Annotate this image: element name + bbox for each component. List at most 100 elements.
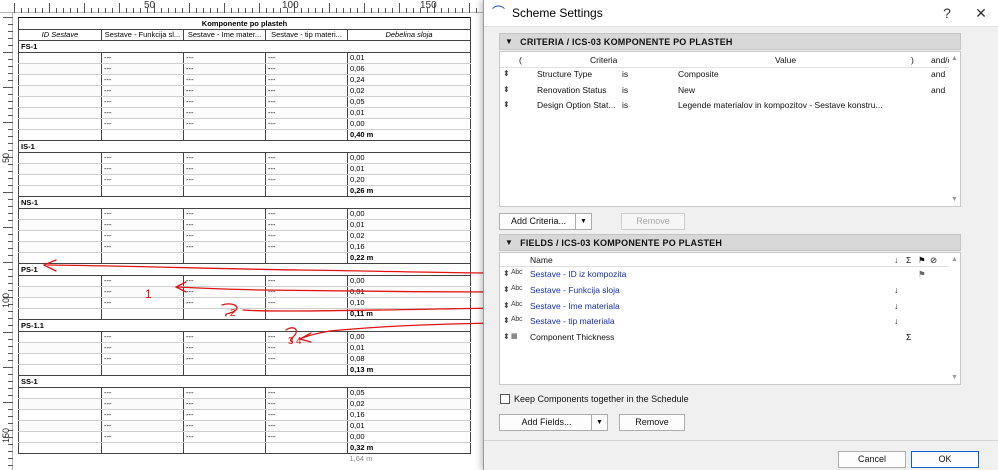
column-header[interactable]: ID Sestave — [18, 29, 102, 41]
ruler-tick — [8, 94, 13, 95]
add-criteria-button[interactable]: Add Criteria... ▼ — [499, 213, 592, 230]
table-cell: --- — [265, 353, 348, 365]
checkbox-box[interactable] — [500, 394, 510, 404]
table-cell: --- — [101, 107, 184, 119]
table-cell — [18, 364, 102, 376]
criteria-operator[interactable]: is — [622, 69, 628, 79]
remove-fields-button[interactable]: Remove — [619, 414, 685, 431]
table-cell: --- — [101, 219, 184, 231]
close-button[interactable]: ✕ — [964, 5, 998, 22]
ruler-tick — [8, 24, 13, 25]
fields-scrollbar[interactable]: ▲ ▼ — [949, 253, 960, 384]
criteria-value[interactable]: Legende materialov in kompozitov - Sesta… — [678, 100, 908, 110]
criteria-field[interactable]: Design Option Stat... — [537, 100, 621, 110]
column-header[interactable]: Sestave - Ime mater... — [183, 29, 266, 41]
drag-handle-icon[interactable]: ⬍ — [503, 69, 510, 78]
keep-components-checkbox[interactable]: Keep Components together in the Schedule — [500, 393, 689, 405]
add-fields-label: Add Fields... — [521, 417, 572, 427]
drag-handle-icon[interactable]: ⬍ — [503, 332, 510, 341]
field-row[interactable]: ⬍ Abc Sestave - ID iz kompozita ⚑ — [500, 267, 950, 282]
ruler-tick — [3, 52, 13, 53]
field-name[interactable]: Component Thickness — [530, 332, 614, 342]
scroll-down-icon[interactable]: ▼ — [951, 374, 958, 381]
criteria-andor[interactable]: and — [931, 69, 945, 79]
criteria-operator[interactable]: is — [622, 100, 628, 110]
sum-icon[interactable]: Σ — [906, 332, 911, 342]
ruler-tick — [63, 8, 64, 13]
fields-section-header[interactable]: ▼ FIELDS / ICS-03 KOMPONENTE PO PLASTEH — [499, 234, 961, 251]
table-cell: --- — [265, 342, 348, 354]
ruler-tick — [413, 8, 414, 13]
column-header[interactable]: Sestave - Funkcija sl... — [101, 29, 184, 41]
field-row[interactable]: ⬍ ▦ Component Thickness Σ — [500, 330, 950, 345]
field-name[interactable]: Sestave - tip materiala — [530, 316, 615, 326]
schedule-canvas[interactable]: 50 100 150 50 100 150 Komponente po plasteh I… — [0, 0, 483, 470]
criteria-section-header[interactable]: ▼ CRITERIA / ICS-03 KOMPONENTE PO PLASTE… — [499, 33, 961, 50]
table-cell: --- — [101, 118, 184, 130]
ruler-tick — [280, 8, 281, 13]
chevron-down-icon[interactable]: ▼ — [591, 415, 607, 430]
dialog-titlebar[interactable]: ⌒ Scheme Settings ? ✕ — [484, 0, 998, 27]
scroll-up-icon[interactable]: ▲ — [951, 55, 958, 62]
table-cell: 0,00 — [346, 152, 472, 164]
field-name[interactable]: Sestave - Funkcija sloja — [530, 285, 620, 295]
field-row[interactable]: ⬍ Abc Sestave - Ime materiala ↓ — [500, 299, 950, 314]
drag-handle-icon[interactable]: ⬍ — [503, 85, 510, 94]
drag-handle-icon[interactable]: ⬍ — [503, 285, 510, 294]
sort-arrow-icon[interactable]: ↓ — [894, 316, 898, 326]
table-cell — [18, 398, 102, 410]
sort-arrow-icon[interactable]: ↓ — [894, 285, 898, 295]
scroll-up-icon[interactable]: ▲ — [951, 256, 958, 263]
table-cell — [18, 409, 102, 421]
column-header[interactable]: Sestave - tip materi... — [265, 29, 348, 41]
criteria-andor[interactable]: and — [931, 85, 945, 95]
criteria-row[interactable]: ⬍ Design Option Stat... is Legende material… — [500, 98, 950, 113]
scroll-down-icon[interactable]: ▼ — [951, 196, 958, 203]
drag-handle-icon[interactable]: ⬍ — [503, 269, 510, 278]
criteria-value[interactable]: Composite — [678, 69, 908, 79]
sort-arrow-icon[interactable]: ↓ — [894, 301, 898, 311]
criteria-scrollbar[interactable]: ▲ ▼ — [949, 52, 960, 206]
drag-handle-icon[interactable]: ⬍ — [503, 301, 510, 310]
field-row[interactable]: ⬍ Abc Sestave - tip materiala ↓ — [500, 314, 950, 329]
footer-divider — [484, 440, 998, 441]
table-cell: --- — [183, 96, 266, 108]
add-fields-button[interactable]: Add Fields... ▼ — [499, 414, 608, 431]
drag-handle-icon[interactable]: ⬍ — [503, 316, 510, 325]
column-header[interactable]: Debelina sloja — [346, 29, 472, 41]
ruler-tick — [8, 241, 13, 242]
criteria-operator[interactable]: is — [622, 85, 628, 95]
table-cell: --- — [265, 107, 348, 119]
remove-criteria-button[interactable]: Remove — [621, 213, 685, 230]
table-cell: 0,00 — [346, 331, 472, 343]
chevron-down-icon[interactable]: ▼ — [575, 214, 591, 229]
drag-handle-icon[interactable]: ⬍ — [503, 100, 510, 109]
table-cell: --- — [265, 297, 348, 309]
field-name[interactable]: Sestave - Ime materiala — [530, 301, 620, 311]
cancel-button[interactable]: Cancel — [838, 451, 906, 468]
table-cell: 0,16 — [346, 409, 472, 421]
field-row[interactable]: ⬍ Abc Sestave - Funkcija sloja ↓ — [500, 283, 950, 298]
criteria-field[interactable]: Structure Type — [537, 69, 621, 79]
fields-list[interactable]: Name ↓ Σ ⚑ ⊘ ⬍ Abc Sestave - ID iz kompozi… — [499, 252, 961, 385]
fields-header: Name ↓ Σ ⚑ ⊘ — [500, 253, 950, 267]
table-cell: --- — [101, 174, 184, 186]
ruler-tick — [168, 8, 169, 13]
help-button[interactable]: ? — [930, 5, 964, 21]
criteria-value[interactable]: New — [678, 85, 908, 95]
table-cell — [265, 129, 348, 141]
table-row: --- --- --- 0,00 — [18, 118, 472, 130]
field-name[interactable]: Sestave - ID iz kompozita — [530, 269, 626, 279]
ok-button[interactable]: OK — [911, 451, 979, 468]
ruler-tick — [42, 8, 43, 13]
table-cell: --- — [183, 409, 266, 421]
criteria-row[interactable]: ⬍ Structure Type is Composite and — [500, 67, 950, 82]
ruler-tick — [210, 8, 211, 13]
ruler-tick — [14, 3, 15, 13]
table-cell: 0,06 — [346, 63, 472, 75]
flag-icon[interactable]: ⚑ — [918, 269, 926, 280]
ruler-tick — [3, 227, 13, 228]
criteria-list[interactable]: ( Criteria Value ) and/or ⬍ Structure Typ… — [499, 51, 961, 207]
criteria-row[interactable]: ⬍ Renovation Status is New and — [500, 83, 950, 98]
criteria-field[interactable]: Renovation Status — [537, 85, 621, 95]
